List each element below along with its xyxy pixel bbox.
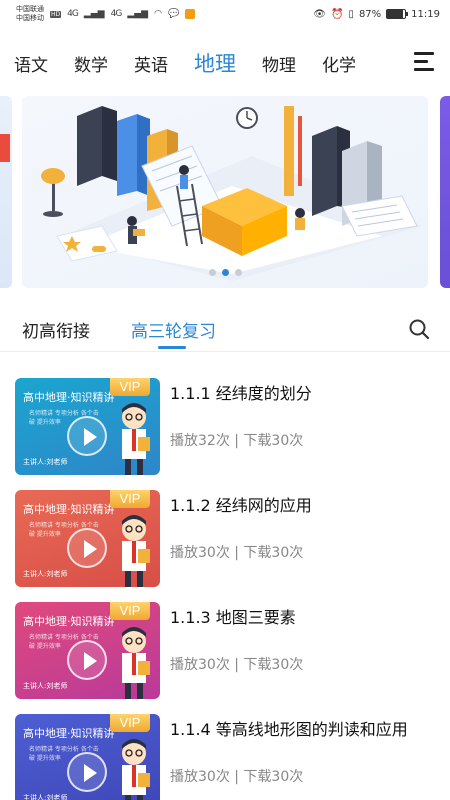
course-item[interactable]: 高中地理·知识精讲 名师精讲 专项分析 各个击破 提升效率 VIP 主讲人:刘老师 1.… bbox=[0, 586, 450, 699]
course-thumbnail[interactable]: 高中地理·知识精讲 名师精讲 专项分析 各个击破 提升效率 VIP 主讲人:刘老师 bbox=[15, 714, 160, 800]
course-thumbnail[interactable]: 高中地理·知识精讲 名师精讲 专项分析 各个击破 提升效率 VIP 主讲人:刘老师 bbox=[15, 378, 160, 475]
subject-tab[interactable]: 地理 bbox=[194, 48, 236, 78]
vip-badge: VIP bbox=[110, 378, 150, 396]
course-title[interactable]: 1.1.2 经纬网的应用 bbox=[170, 492, 312, 516]
teacher-mascot bbox=[122, 403, 150, 475]
subject-tab[interactable]: 英语 bbox=[134, 51, 168, 76]
banner-carousel[interactable] bbox=[0, 96, 450, 292]
thumb-teacher: 主讲人:刘老师 bbox=[23, 794, 68, 800]
thumb-title: 高中地理·知识精讲 bbox=[23, 727, 115, 740]
alarm-icon: ⏰ bbox=[330, 8, 344, 20]
thumb-teacher: 主讲人:刘老师 bbox=[23, 458, 68, 466]
course-title[interactable]: 1.1.4 等高线地形图的判读和应用 bbox=[170, 716, 408, 740]
network-type-2: 4G bbox=[110, 9, 123, 19]
subject-tab[interactable]: 语文 bbox=[14, 51, 48, 76]
battery-level-fill bbox=[387, 10, 403, 18]
course-title[interactable]: 1.1.3 地图三要素 bbox=[170, 604, 296, 628]
level-tabs: 初高衔接 高三轮复习 bbox=[0, 300, 450, 352]
signal-icon: ▂▄▆ bbox=[83, 9, 105, 19]
vibrate-icon: ▯ bbox=[348, 8, 354, 20]
course-item[interactable]: 高中地理·知识精讲 名师精讲 专项分析 各个击破 提升效率 VIP 主讲人:刘老师 1.… bbox=[0, 474, 450, 587]
search-icon[interactable] bbox=[408, 318, 430, 340]
tab-bridging[interactable]: 初高衔接 bbox=[22, 317, 90, 342]
course-thumbnail[interactable]: 高中地理·知识精讲 名师精讲 专项分析 各个击破 提升效率 VIP 主讲人:刘老师 bbox=[15, 602, 160, 699]
carousel-dot[interactable] bbox=[208, 269, 216, 276]
thumb-title: 高中地理·知识精讲 bbox=[23, 615, 115, 628]
play-icon[interactable] bbox=[67, 640, 107, 680]
tab-senior-review[interactable]: 高三轮复习 bbox=[131, 317, 216, 342]
clock: 11:19 bbox=[411, 8, 440, 20]
next-banner-peek[interactable] bbox=[440, 96, 450, 288]
subject-tab[interactable]: 化学 bbox=[322, 51, 356, 76]
thumb-teacher: 主讲人:刘老师 bbox=[23, 570, 68, 578]
vip-badge: VIP bbox=[110, 714, 150, 732]
menu-icon-bar-3 bbox=[414, 68, 434, 71]
subject-tabs: 语文 数学 英语 地理 物理 化学 bbox=[0, 40, 450, 86]
signal-icon-2: ▂▄▆ bbox=[127, 9, 149, 19]
course-list: 高中地理·知识精讲 名师精讲 专项分析 各个击破 提升效率 VIP 主讲人:刘老师 1.… bbox=[0, 362, 450, 800]
menu-icon-bar-2 bbox=[414, 60, 428, 63]
vip-badge: VIP bbox=[110, 602, 150, 620]
subject-tab[interactable]: 物理 bbox=[262, 51, 296, 76]
menu-icon-bar-1 bbox=[414, 52, 434, 55]
active-tab-indicator bbox=[158, 346, 186, 349]
status-right: 👁 ⏰ ▯ 87% 11:19 bbox=[313, 9, 440, 20]
battery-icon bbox=[386, 9, 409, 19]
course-stats: 播放32次 | 下载30次 bbox=[170, 433, 304, 449]
course-title[interactable]: 1.1.1 经纬度的划分 bbox=[170, 380, 312, 404]
search-icon-glyph bbox=[409, 319, 430, 340]
thumb-title: 高中地理·知识精讲 bbox=[23, 503, 115, 516]
battery-percent: 87% bbox=[358, 8, 382, 20]
course-stats: 播放30次 | 下载30次 bbox=[170, 657, 304, 673]
play-icon[interactable] bbox=[67, 752, 107, 792]
carousel-dot[interactable] bbox=[234, 269, 242, 276]
course-thumbnail[interactable]: 高中地理·知识精讲 名师精讲 专项分析 各个击破 提升效率 VIP 主讲人:刘老师 bbox=[15, 490, 160, 587]
teacher-mascot bbox=[122, 515, 150, 587]
carousel-dot[interactable] bbox=[221, 269, 229, 276]
course-item[interactable]: 高中地理·知识精讲 名师精讲 专项分析 各个击破 提升效率 VIP 主讲人:刘老师 1.… bbox=[0, 362, 450, 475]
hd-icon: HD bbox=[50, 10, 62, 18]
thumb-title: 高中地理·知识精讲 bbox=[23, 391, 115, 404]
message-icon: 💬 bbox=[167, 9, 180, 19]
status-bar: 中国联通 中国移动 HD 4G ▂▄▆ 4G ▂▄▆ ◠ 💬 👁 ⏰ ▯ 87%… bbox=[0, 0, 450, 28]
course-item[interactable]: 高中地理·知识精讲 名师精讲 专项分析 各个击破 提升效率 VIP 主讲人:刘老师 1.… bbox=[0, 698, 450, 800]
course-stats: 播放30次 | 下载30次 bbox=[170, 769, 304, 785]
banner-slide[interactable] bbox=[22, 96, 428, 288]
course-stats: 播放30次 | 下载30次 bbox=[170, 545, 304, 561]
teacher-mascot bbox=[122, 627, 150, 699]
app-screen: 中国联通 中国移动 HD 4G ▂▄▆ 4G ▂▄▆ ◠ 💬 👁 ⏰ ▯ 87%… bbox=[0, 0, 450, 800]
menu-button[interactable] bbox=[412, 50, 436, 74]
teacher-mascot bbox=[122, 739, 150, 800]
carrier-2: 中国移动 bbox=[16, 14, 44, 22]
prev-banner-peek[interactable] bbox=[0, 96, 12, 288]
carousel-dots bbox=[22, 269, 428, 276]
play-icon[interactable] bbox=[67, 528, 107, 568]
status-left: 中国联通 中国移动 HD 4G ▂▄▆ 4G ▂▄▆ ◠ 💬 bbox=[16, 5, 196, 23]
library-illustration bbox=[41, 106, 422, 281]
carrier-names: 中国联通 中国移动 bbox=[16, 5, 44, 23]
wifi-icon: ◠ bbox=[154, 9, 162, 19]
play-icon[interactable] bbox=[67, 416, 107, 456]
eye-comfort-icon: 👁 bbox=[313, 8, 326, 20]
thumb-teacher: 主讲人:刘老师 bbox=[23, 682, 68, 690]
vip-badge: VIP bbox=[110, 490, 150, 508]
app-notification-icon bbox=[185, 9, 196, 19]
network-type: 4G bbox=[67, 9, 79, 19]
subject-tab[interactable]: 数学 bbox=[74, 51, 108, 76]
carrier-1: 中国联通 bbox=[16, 5, 44, 13]
